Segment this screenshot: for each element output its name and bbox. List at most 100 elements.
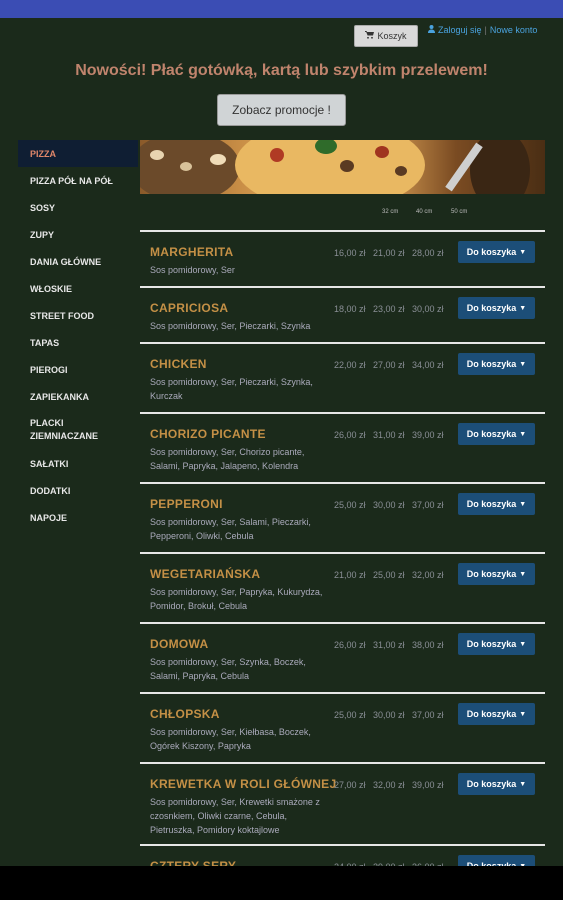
top-bar [0,0,563,18]
menu-item: DOMOWA Sos pomidorowy, Ser, Szynka, Bocz… [140,622,545,692]
price-32: 21,00 zł [334,570,366,580]
add-to-cart-button[interactable]: Do koszyka▼ [458,633,535,655]
price-50: 38,00 zł [412,640,444,650]
menu-item-description: Sos pomidorowy, Ser, Salami, Pieczarki, … [150,517,311,541]
sidebar-item-pierogi[interactable]: PIEROGI [18,356,138,383]
price-32: 26,00 zł [334,640,366,650]
cart-icon [365,31,375,41]
menu-item: KREWETKA W ROLI GŁÓWNEJ Sos pomidorowy, … [140,762,545,844]
price-50: 37,00 zł [412,500,444,510]
menu-item-description: Sos pomidorowy, Ser, Krewetki smażone z … [150,797,320,835]
add-to-cart-button[interactable]: Do koszyka▼ [458,353,535,375]
caret-down-icon: ▼ [519,304,527,312]
menu-item-description: Sos pomidorowy, Ser, Papryka, Kukurydza,… [150,587,323,611]
menu-item-description: Sos pomidorowy, Ser, Kiełbasa, Boczek, O… [150,727,311,751]
price-50: 39,00 zł [412,430,444,440]
cart-button[interactable]: Koszyk [354,25,418,47]
sidebar-item-placki-ziemniaczane[interactable]: PLACKI ZIEMNIACZANE [18,410,118,450]
price-32: 25,00 zł [334,710,366,720]
sidebar-item-tapas[interactable]: TAPAS [18,329,138,356]
price-50: 32,00 zł [412,570,444,580]
register-link[interactable]: Nowe konto [490,25,538,35]
price-32: 27,00 zł [334,780,366,790]
add-to-cart-button[interactable]: Do koszyka▼ [458,297,535,319]
menu-item-name: CHŁOPSKA [150,707,220,721]
menu-item-name: WEGETARIAŃSKA [150,567,261,581]
menu-item-description: Sos pomidorowy, Ser, Chorizo picante, Sa… [150,447,305,471]
price-40: 27,00 zł [373,360,405,370]
sidebar-item-sosy[interactable]: SOSY [18,194,138,221]
menu-item-name: PEPPERONI [150,497,223,511]
menu-item-description: Sos pomidorowy, Ser, Pieczarki, Szynka [150,321,311,331]
price-50: 30,00 zł [412,304,444,314]
add-to-cart-button[interactable]: Do koszyka▼ [458,493,535,515]
menu-item: WEGETARIAŃSKA Sos pomidorowy, Ser, Papry… [140,552,545,622]
price-40: 23,00 zł [373,304,405,314]
menu-item: CHICKEN Sos pomidorowy, Ser, Pieczarki, … [140,342,545,412]
menu-item-name: CAPRICIOSA [150,301,229,315]
caret-down-icon: ▼ [519,780,527,788]
size-label-50: 50 cm [451,209,468,215]
promo-headline: Nowości! Płać gotówką, kartą lub szybkim… [75,62,488,79]
caret-down-icon: ▼ [519,640,527,648]
menu-item-name: DOMOWA [150,637,209,651]
price-40: 31,00 zł [373,430,405,440]
price-50: 28,00 zł [412,248,444,258]
auth-links: Zaloguj się | Nowe konto [428,25,537,35]
caret-down-icon: ▼ [519,500,527,508]
price-32: 26,00 zł [334,430,366,440]
price-50: 37,00 zł [412,710,444,720]
sidebar-item-street-food[interactable]: STREET FOOD [18,302,138,329]
bottom-bar [0,866,563,900]
sidebar-item-wloskie[interactable]: WŁOSKIE [18,275,138,302]
caret-down-icon: ▼ [519,570,527,578]
add-to-cart-button[interactable]: Do koszyka▼ [458,773,535,795]
pizza-banner-image [140,140,545,194]
add-to-cart-button[interactable]: Do koszyka▼ [458,423,535,445]
menu-item: PEPPERONI Sos pomidorowy, Ser, Salami, P… [140,482,545,552]
price-50: 39,00 zł [412,780,444,790]
sidebar-item-pizza[interactable]: PIZZA [18,140,138,167]
caret-down-icon: ▼ [519,710,527,718]
menu-item: MARGHERITA Sos pomidorowy, Ser 16,00 zł … [140,230,545,286]
size-label-32: 32 cm [382,209,399,215]
price-32: 16,00 zł [334,248,366,258]
price-40: 30,00 zł [373,500,405,510]
sidebar-item-napoje[interactable]: NAPOJE [18,504,138,531]
price-40: 32,00 zł [373,780,405,790]
menu-item-description: Sos pomidorowy, Ser [150,265,235,275]
price-40: 21,00 zł [373,248,405,258]
sidebar-item-dodatki[interactable]: DODATKI [18,477,138,504]
sidebar-item-zupy[interactable]: ZUPY [18,221,138,248]
menu-item-name: CHORIZO PICANTE [150,427,266,441]
login-link[interactable]: Zaloguj się [438,25,482,35]
sidebar-item-zapiekanka[interactable]: ZAPIEKANKA [18,383,138,410]
menu-item-name: KREWETKA W ROLI GŁÓWNEJ [150,777,337,791]
price-32: 22,00 zł [334,360,366,370]
promotions-button[interactable]: Zobacz promocje ! [217,94,346,126]
menu-list: MARGHERITA Sos pomidorowy, Ser 16,00 zł … [140,230,545,884]
add-to-cart-button[interactable]: Do koszyka▼ [458,563,535,585]
menu-item-name: CHICKEN [150,357,207,371]
add-to-cart-button[interactable]: Do koszyka▼ [458,703,535,725]
category-sidebar: PIZZA PIZZA PÓŁ NA PÓŁ SOSY ZUPY DANIA G… [18,140,138,531]
price-32: 25,00 zł [334,500,366,510]
size-label-40: 40 cm [416,209,433,215]
menu-item: CHŁOPSKA Sos pomidorowy, Ser, Kiełbasa, … [140,692,545,762]
user-icon [428,25,435,35]
add-to-cart-button[interactable]: Do koszyka▼ [458,241,535,263]
caret-down-icon: ▼ [519,248,527,256]
price-50: 34,00 zł [412,360,444,370]
price-40: 31,00 zł [373,640,405,650]
caret-down-icon: ▼ [519,360,527,368]
cart-label: Koszyk [377,31,407,41]
price-40: 30,00 zł [373,710,405,720]
caret-down-icon: ▼ [519,430,527,438]
price-40: 25,00 zł [373,570,405,580]
price-32: 18,00 zł [334,304,366,314]
auth-separator: | [484,25,487,35]
sidebar-item-dania-glowne[interactable]: DANIA GŁÓWNE [18,248,138,275]
menu-item-description: Sos pomidorowy, Ser, Pieczarki, Szynka, … [150,377,313,401]
sidebar-item-pizza-pol-na-pol[interactable]: PIZZA PÓŁ NA PÓŁ [18,167,138,194]
sidebar-item-salatki[interactable]: SAŁATKI [18,450,138,477]
